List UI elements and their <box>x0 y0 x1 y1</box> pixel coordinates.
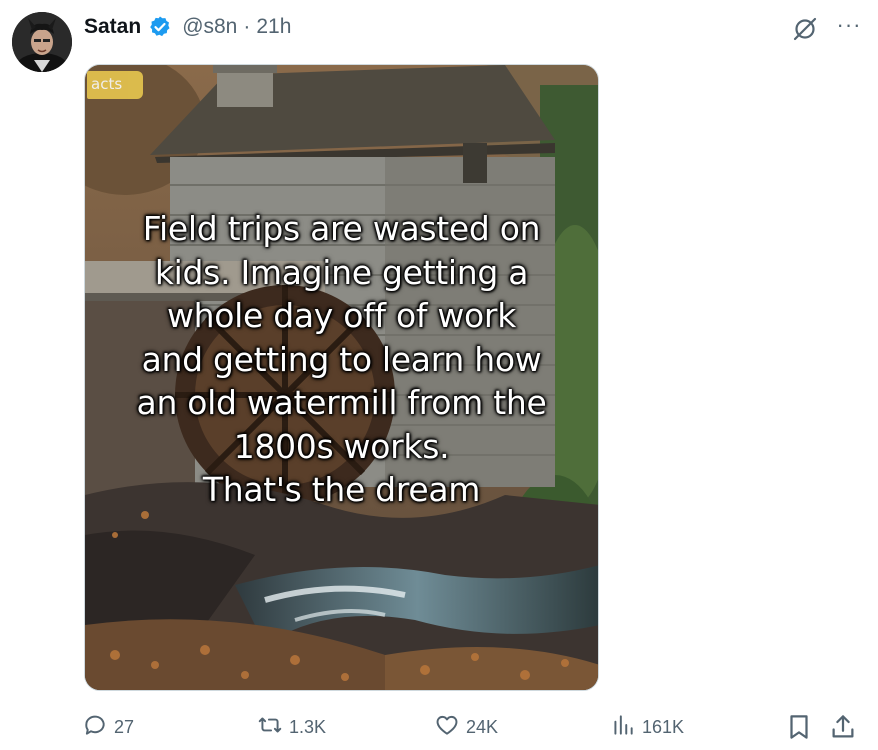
separator-dot: · <box>243 15 251 38</box>
post-header: Satan @s8n · 21h <box>84 12 291 42</box>
avatar-image <box>12 12 72 72</box>
post-timestamp[interactable]: 21h <box>256 15 291 39</box>
bookmark-icon[interactable] <box>784 712 814 742</box>
author-name[interactable]: Satan <box>84 15 141 39</box>
avatar[interactable] <box>12 12 72 72</box>
verified-badge-icon[interactable] <box>148 15 172 39</box>
post-media[interactable]: acts Field trips are wasted on kids. Ima… <box>84 64 599 691</box>
image-caption: Field trips are wasted on kids. Imagine … <box>136 209 547 509</box>
reply-button[interactable]: 27 <box>82 712 134 742</box>
reply-count: 27 <box>114 716 135 737</box>
views-count: 161K <box>642 716 685 737</box>
views-button[interactable]: 161K <box>610 712 684 742</box>
repost-count: 1.3K <box>289 716 327 737</box>
repost-button[interactable]: 1.3K <box>257 712 326 742</box>
grok-icon[interactable] <box>790 14 820 44</box>
like-icon <box>434 712 460 743</box>
share-icon[interactable] <box>828 712 858 742</box>
action-bar: 27 1.3K 24K 161K <box>0 706 878 746</box>
reply-icon <box>82 712 108 743</box>
like-button[interactable]: 24K <box>434 712 498 742</box>
views-icon <box>610 712 636 743</box>
more-options-icon[interactable]: ··· <box>832 10 866 40</box>
like-count: 24K <box>466 716 499 737</box>
image-watermark: acts <box>87 71 143 99</box>
repost-icon <box>257 712 283 743</box>
author-handle[interactable]: @s8n <box>182 15 237 39</box>
